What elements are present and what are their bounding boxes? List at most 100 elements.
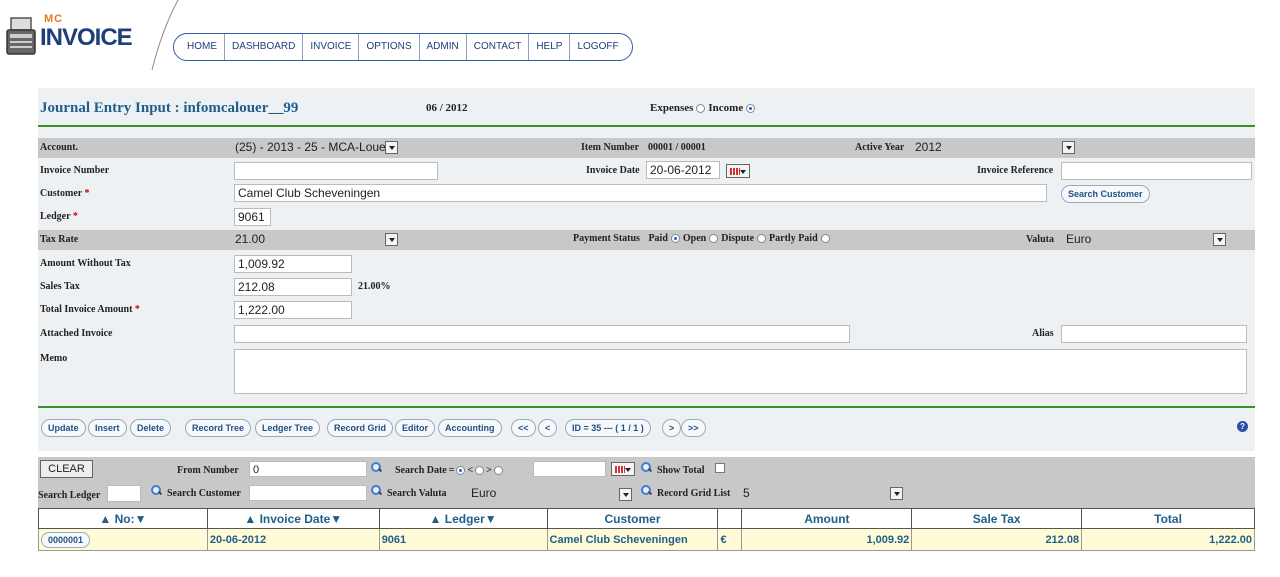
cell-sale-tax: 212.08 [911, 528, 1083, 551]
alias-input[interactable] [1061, 325, 1247, 343]
invoice-reference-input[interactable] [1061, 162, 1252, 180]
search-customer-button[interactable]: Search Customer [1061, 185, 1150, 203]
record-grid: ▲ No:▼ ▲ Invoice Date▼ ▲ Ledger▼ Custome… [38, 508, 1255, 551]
payment-paid-radio[interactable] [670, 234, 680, 243]
header-invoice-date[interactable]: ▲ Invoice Date▼ [206, 508, 380, 529]
account-label: Account. [40, 142, 79, 153]
alias-label: Alias [1032, 328, 1054, 339]
payment-open-radio[interactable] [709, 234, 719, 243]
date-lt-radio[interactable] [475, 466, 485, 475]
search-icon[interactable] [641, 485, 651, 495]
ledger-input[interactable]: 9061 [234, 208, 271, 226]
clear-button[interactable]: CLEAR [40, 460, 93, 478]
header-no[interactable]: ▲ No:▼ [38, 508, 208, 529]
total-invoice-amount-input[interactable]: 1,222.00 [234, 301, 352, 319]
income-radio[interactable] [746, 103, 756, 113]
amount-without-tax-input[interactable]: 1,009.92 [234, 255, 352, 273]
payment-dispute-radio[interactable] [757, 234, 767, 243]
customer-input[interactable]: Camel Club Scheveningen [234, 184, 1047, 202]
record-grid-list-select[interactable]: 5 [743, 486, 750, 500]
prev-record-button[interactable]: < [538, 419, 558, 437]
valuta-select[interactable]: Euro [1066, 232, 1091, 246]
income-label: Income [708, 102, 744, 114]
delete-button[interactable]: Delete [130, 419, 172, 437]
memo-textarea[interactable] [234, 349, 1247, 394]
accounting-button[interactable]: Accounting [438, 419, 502, 437]
calendar-icon[interactable] [611, 462, 635, 476]
record-grid-button[interactable]: Record Grid [327, 419, 394, 437]
from-number-label: From Number [177, 465, 239, 476]
search-date-input[interactable] [533, 461, 606, 477]
record-tree-button[interactable]: Record Tree [185, 419, 252, 437]
total-invoice-amount-label: Total Invoice Amount * [40, 304, 140, 315]
update-button[interactable]: Update [41, 419, 86, 437]
nav-help[interactable]: HELP [529, 34, 571, 60]
search-ledger-input[interactable] [107, 485, 141, 502]
search-icon[interactable] [371, 485, 381, 495]
calendar-icon[interactable] [726, 164, 750, 178]
search-icon[interactable] [371, 462, 381, 472]
invoice-number-input[interactable] [234, 162, 438, 180]
account-select[interactable]: (25) - 2013 - 25 - MCA-Louer [235, 140, 390, 154]
first-record-button[interactable]: << [511, 419, 536, 437]
nav-dashboard[interactable]: DASHBOARD [225, 34, 304, 60]
tax-rate-dropdown-icon[interactable] [385, 233, 398, 246]
nav-admin[interactable]: ADMIN [420, 34, 467, 60]
attached-invoice-row: Attached Invoice Alias [38, 324, 1255, 344]
payment-dispute-label: Dispute [721, 233, 755, 244]
nav-home[interactable]: HOME [180, 34, 225, 60]
valuta-dropdown-icon[interactable] [1213, 233, 1226, 246]
cell-amount: 1,009.92 [741, 528, 913, 551]
record-id-button[interactable]: ID = 35 --- ( 1 / 1 ) [565, 419, 651, 437]
from-number-input[interactable]: 0 [249, 461, 367, 477]
form-title-row: Journal Entry Input : infomcalouer__99 0… [38, 88, 1255, 126]
main-nav: HOME DASHBOARD INVOICE OPTIONS ADMIN CON… [173, 33, 633, 61]
search-valuta-select[interactable]: Euro [471, 486, 496, 500]
search-icon[interactable] [641, 462, 651, 472]
search-valuta-dropdown-icon[interactable] [619, 488, 632, 501]
show-total-label: Show Total [657, 465, 705, 476]
record-number-button[interactable]: 0000001 [41, 531, 91, 548]
search-customer-input[interactable] [249, 485, 367, 501]
insert-button[interactable]: Insert [88, 419, 127, 437]
sales-tax-input[interactable]: 212.08 [234, 278, 352, 296]
attached-invoice-input[interactable] [234, 325, 850, 343]
show-total-checkbox[interactable] [715, 463, 725, 473]
total-invoice-amount-row: Total Invoice Amount * 1,222.00 [38, 300, 1255, 320]
invoice-date-input[interactable]: 20-06-2012 [646, 161, 720, 179]
header-ledger[interactable]: ▲ Ledger▼ [378, 508, 548, 529]
tax-rate-select[interactable]: 21.00 [235, 232, 265, 246]
account-dropdown-icon[interactable] [385, 141, 398, 154]
active-year-select[interactable]: 2012 [915, 140, 942, 154]
active-year-dropdown-icon[interactable] [1062, 141, 1075, 154]
last-record-button[interactable]: >> [681, 419, 706, 437]
payment-paid-label: Paid [648, 233, 668, 244]
record-grid-list-dropdown-icon[interactable] [890, 487, 903, 500]
payment-status-group: Payment Status Paid Open Dispute Partly … [573, 233, 830, 244]
nav-invoice[interactable]: INVOICE [303, 34, 360, 60]
search-icon[interactable] [151, 485, 161, 495]
ledger-tree-button[interactable]: Ledger Tree [255, 419, 321, 437]
payment-partly-paid-radio[interactable] [820, 234, 830, 243]
nav-options[interactable]: OPTIONS [359, 34, 420, 60]
nav-logoff[interactable]: LOGOFF [570, 34, 625, 60]
app-logo[interactable]: MC INVOICE [0, 0, 179, 70]
search-date-group: Search Date = < > [395, 465, 503, 476]
table-row[interactable]: 0000001 20-06-2012 9061 Camel Club Schev… [38, 528, 1255, 551]
memo-label: Memo [40, 353, 68, 364]
logo-swoosh [151, 0, 179, 70]
sales-tax-row: Sales Tax 212.08 21.00% [38, 277, 1255, 297]
editor-button[interactable]: Editor [395, 419, 435, 437]
page-title: Journal Entry Input : infomcalouer__99 [40, 100, 299, 116]
date-lt-label: < [467, 465, 474, 476]
next-record-button[interactable]: > [662, 419, 682, 437]
date-eq-radio[interactable] [456, 466, 466, 475]
date-gt-radio[interactable] [493, 466, 503, 475]
expenses-radio[interactable] [696, 103, 706, 113]
cell-date: 20-06-2012 [206, 528, 380, 551]
ledger-label: Ledger * [40, 211, 78, 222]
help-icon[interactable]: ? [1237, 421, 1248, 432]
payment-status-label: Payment Status [573, 233, 640, 244]
customer-label: Customer * [40, 188, 90, 199]
nav-contact[interactable]: CONTACT [467, 34, 530, 60]
